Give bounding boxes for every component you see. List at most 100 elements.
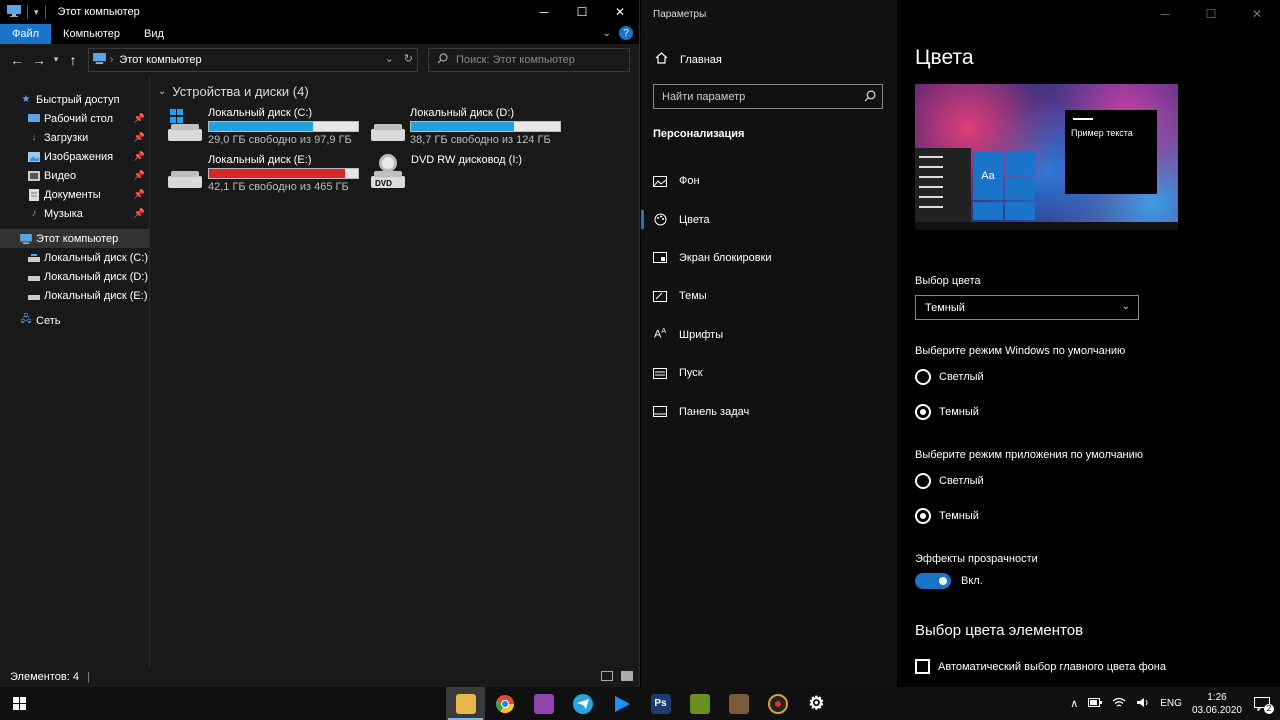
close-button[interactable]: ✕ <box>601 0 639 24</box>
settings-nav-start[interactable]: Пуск <box>641 354 897 392</box>
nav-label: Изображения <box>44 150 114 163</box>
nav-drive-c[interactable]: Локальный диск (C:) <box>0 248 149 267</box>
pin-icon[interactable]: 📌 <box>134 170 145 181</box>
nav-quick-access[interactable]: ★ Быстрый доступ <box>0 90 149 109</box>
language-indicator[interactable]: ENG <box>1160 698 1182 709</box>
taskbar-app[interactable] <box>680 687 719 720</box>
taskbar-app[interactable]: Ps <box>641 687 680 720</box>
window-title: Этот компьютер <box>57 6 140 18</box>
nav-quick-pictures[interactable]: Изображения 📌 <box>0 147 149 166</box>
nav-network[interactable]: 🖧 Сеть <box>0 311 149 330</box>
taskbar-app[interactable] <box>446 687 485 720</box>
search-input[interactable]: Поиск: Этот компьютер <box>428 47 630 72</box>
taskbar-app[interactable] <box>485 687 524 720</box>
battery-icon[interactable] <box>1088 697 1103 710</box>
nav-quick-desktop[interactable]: Рабочий стол 📌 <box>0 109 149 128</box>
pin-icon[interactable]: 📌 <box>134 151 145 162</box>
download-icon: ↓ <box>31 132 37 143</box>
address-dropdown-icon[interactable]: ⌄ <box>385 52 394 65</box>
picture-icon <box>653 175 667 187</box>
refresh-icon[interactable]: ↻ <box>404 52 413 65</box>
wifi-icon[interactable] <box>1112 697 1126 711</box>
maximize-button[interactable]: ☐ <box>1188 0 1234 28</box>
minimize-button[interactable]: ─ <box>525 0 563 24</box>
drive-name: Локальный диск (C:) <box>208 107 313 119</box>
settings-search-input[interactable]: Найти параметр <box>653 84 883 109</box>
details-view-icon[interactable] <box>601 671 613 681</box>
forward-arrow-icon[interactable]: → <box>28 52 50 68</box>
drive-tile[interactable]: DVD DVD RW дисковод (I:) <box>361 154 561 193</box>
app-mode-dark-radio[interactable]: Темный <box>915 508 979 524</box>
transparency-toggle[interactable] <box>915 573 951 589</box>
settings-title: Параметры <box>653 9 707 20</box>
settings-nav-themes[interactable]: Темы <box>641 277 897 315</box>
quick-access-dropdown-icon[interactable]: ▾ <box>34 7 39 18</box>
nav-quick-documents[interactable]: Документы 📌 <box>0 185 149 204</box>
pin-icon[interactable]: 📌 <box>134 189 145 200</box>
chevron-down-icon: ⌄ <box>158 86 167 97</box>
taskbar-app[interactable] <box>524 687 563 720</box>
volume-icon[interactable] <box>1136 697 1150 711</box>
nav-this-pc[interactable]: Этот компьютер <box>0 229 149 248</box>
settings-nav-palette[interactable]: Цвета <box>641 200 897 238</box>
group-header-devices[interactable]: ⌄ Устройства и диски (4) <box>158 84 639 99</box>
address-bar[interactable]: › Этот компьютер ⌄ ↻ <box>88 47 418 72</box>
taskbar-app[interactable] <box>719 687 758 720</box>
taskbar-app[interactable] <box>563 687 602 720</box>
drive-icon <box>28 290 40 301</box>
recent-dropdown-icon[interactable]: ▾ <box>50 54 62 65</box>
file-explorer-window: ▾ Этот компьютер ─ ☐ ✕ Файл Компьютер Ви… <box>0 0 640 687</box>
chevron-up-icon[interactable]: ∧ <box>1070 697 1078 710</box>
drive-tile[interactable]: Локальный диск (E:) 42,1 ГБ свободно из 4… <box>158 154 361 193</box>
start-icon <box>653 367 667 379</box>
action-center-icon[interactable]: 2 <box>1252 694 1274 714</box>
taskbar-app[interactable]: ⚙ <box>797 687 836 720</box>
clock[interactable]: 1:26 03.06.2020 <box>1192 691 1242 717</box>
tab-view[interactable]: Вид <box>132 24 176 44</box>
back-arrow-icon[interactable]: ← <box>6 52 28 68</box>
start-button[interactable] <box>0 687 40 720</box>
nav-label: Фон <box>679 175 700 188</box>
toggle-state: Вкл. <box>961 575 983 587</box>
color-choice-dropdown[interactable]: Темный ⌄ <box>915 295 1139 320</box>
maximize-button[interactable]: ☐ <box>563 0 601 24</box>
auto-accent-checkbox[interactable]: Автоматический выбор главного цвета фона <box>915 659 1166 674</box>
tab-computer[interactable]: Компьютер <box>51 24 132 44</box>
section-heading: Персонализация <box>653 128 745 140</box>
settings-nav-picture[interactable]: Фон <box>641 162 897 200</box>
windows-mode-light-radio[interactable]: Светлый <box>915 369 984 385</box>
explorer-body: ★ Быстрый доступ Рабочий стол 📌 ↓ Загрузки 📌… <box>0 76 639 667</box>
close-button[interactable]: ✕ <box>1234 0 1280 28</box>
preview-tile-aa: Aa <box>973 152 1003 200</box>
windows-mode-dark-radio[interactable]: Темный <box>915 404 979 420</box>
settings-nav-taskbar[interactable]: Панель задач <box>641 392 897 430</box>
app-mode-label: Выберите режим приложения по умолчанию <box>915 449 1144 461</box>
nav-quick-download[interactable]: ↓ Загрузки 📌 <box>0 128 149 147</box>
nav-drive-e[interactable]: Локальный диск (E:) <box>0 286 149 305</box>
settings-nav-lock-screen[interactable]: Экран блокировки <box>641 239 897 277</box>
nav-home[interactable]: Главная <box>655 52 722 67</box>
pin-icon[interactable]: 📌 <box>134 132 145 143</box>
up-arrow-icon[interactable]: ↑ <box>62 52 84 68</box>
nav-quick-music[interactable]: ♪ Музыка 📌 <box>0 204 149 223</box>
breadcrumb-chevron-icon[interactable]: › <box>110 54 113 65</box>
pin-icon[interactable]: 📌 <box>134 113 145 124</box>
music-icon: ♪ <box>31 208 37 219</box>
settings-nav-fonts[interactable]: AA Шрифты <box>641 316 897 354</box>
app-mode-light-radio[interactable]: Светлый <box>915 473 984 489</box>
ribbon-expand-icon[interactable]: ⌄ <box>603 28 611 39</box>
drive-tile[interactable]: Локальный диск (C:) 29,0 ГБ свободно из 9… <box>158 107 361 146</box>
large-icons-view-icon[interactable] <box>621 671 633 681</box>
help-icon[interactable]: ? <box>619 26 633 40</box>
computer-icon <box>20 233 32 244</box>
themes-icon <box>653 290 667 302</box>
nav-drive-d[interactable]: Локальный диск (D:) <box>0 267 149 286</box>
taskbar-app[interactable] <box>758 687 797 720</box>
explorer-titlebar[interactable]: ▾ Этот компьютер ─ ☐ ✕ <box>0 0 639 24</box>
minimize-button[interactable]: ─ <box>1142 0 1188 28</box>
taskbar-app[interactable] <box>602 687 641 720</box>
nav-quick-video[interactable]: Видео 📌 <box>0 166 149 185</box>
drive-tile[interactable]: Локальный диск (D:) 38,7 ГБ свободно из 1… <box>361 107 561 146</box>
tab-file[interactable]: Файл <box>0 24 52 44</box>
pin-icon[interactable]: 📌 <box>134 208 145 219</box>
